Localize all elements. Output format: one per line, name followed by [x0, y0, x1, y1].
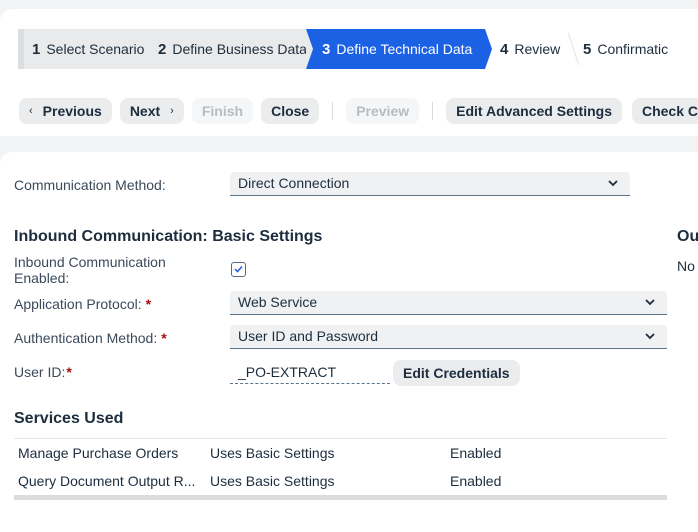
- toolbar-separator: [432, 102, 434, 120]
- communication-method-label: Communication Method:: [14, 177, 166, 193]
- user-id-label-text: User ID:: [14, 364, 66, 380]
- service-name: Manage Purchase Orders: [18, 445, 179, 461]
- next-button[interactable]: Next ›: [119, 98, 184, 124]
- check-completeness-button[interactable]: Check Completen: [631, 98, 698, 124]
- table-row[interactable]: Query Document Output R... Uses Basic Se…: [14, 467, 667, 495]
- outbound-value: No: [677, 258, 695, 274]
- step-label: Confirmatic: [597, 41, 669, 57]
- chevron-down-icon: [645, 325, 655, 340]
- step-number: 4: [500, 40, 509, 58]
- outbound-section-title: Ou: [677, 228, 698, 245]
- toolbar-separator: [332, 102, 334, 120]
- inbound-enabled-checkbox[interactable]: [231, 262, 246, 277]
- step-define-technical-data[interactable]: 3 Define Technical Data: [306, 29, 492, 69]
- application-protocol-select[interactable]: Web Service: [230, 291, 667, 315]
- user-id-label: User ID:*: [14, 364, 72, 380]
- finish-button[interactable]: Finish: [191, 98, 254, 124]
- inbound-section-title: Inbound Communication: Basic Settings: [14, 228, 323, 245]
- chevron-down-icon: [608, 172, 618, 187]
- application-protocol-value: Web Service: [238, 294, 318, 310]
- user-id-field[interactable]: _PO-EXTRACT: [230, 360, 390, 384]
- step-label: Define Business Data: [172, 41, 307, 57]
- step-label: Define Technical Data: [336, 41, 473, 57]
- services-table: Manage Purchase Orders Uses Basic Settin…: [14, 438, 667, 500]
- close-button[interactable]: Close: [261, 98, 320, 124]
- authentication-method-value: User ID and Password: [238, 328, 379, 344]
- step-define-business-data[interactable]: 2 Define Business Data: [146, 29, 307, 69]
- step-select-scenario[interactable]: 1 Select Scenario: [18, 29, 146, 69]
- service-settings: Uses Basic Settings: [210, 445, 335, 461]
- inbound-enabled-label-line1: Inbound Communication: [14, 254, 166, 270]
- step-number: 2: [158, 40, 167, 58]
- previous-button[interactable]: ‹ Previous: [19, 98, 112, 124]
- service-settings: Uses Basic Settings: [210, 473, 335, 489]
- wizard-header: 1 Select Scenario 2 Define Business Data…: [0, 9, 698, 136]
- required-indicator: *: [145, 296, 152, 312]
- services-used-title: Services Used: [14, 410, 124, 427]
- wizard-toolbar: ‹ Previous Next › Finish Close Preview E…: [19, 98, 698, 124]
- edit-advanced-settings-button[interactable]: Edit Advanced Settings: [446, 98, 622, 124]
- next-label: Next: [129, 103, 161, 119]
- authentication-method-label: Authentication Method: *: [14, 330, 167, 346]
- application-protocol-label-text: Application Protocol:: [14, 296, 142, 312]
- step-number: 1: [32, 40, 41, 58]
- step-confirmation[interactable]: 5 Confirmatic: [573, 29, 668, 69]
- service-status: Enabled: [450, 473, 502, 489]
- communication-method-select[interactable]: Direct Connection: [230, 172, 630, 196]
- inbound-enabled-label-line2: Enabled:: [14, 270, 70, 286]
- wizard-steps: 1 Select Scenario 2 Define Business Data…: [18, 29, 668, 69]
- chevron-left-icon: ‹: [29, 105, 33, 117]
- step-label: Review: [514, 41, 561, 57]
- checkmark-icon: [234, 265, 243, 273]
- step-review[interactable]: 4 Review: [485, 29, 573, 69]
- table-row[interactable]: Manage Purchase Orders Uses Basic Settin…: [14, 439, 667, 467]
- authentication-method-label-text: Authentication Method:: [14, 330, 158, 346]
- step-number: 5: [583, 40, 592, 58]
- step-label: Select Scenario: [46, 41, 145, 57]
- chevron-down-icon: [645, 291, 655, 306]
- application-protocol-label: Application Protocol: *: [14, 296, 151, 312]
- previous-label: Previous: [42, 103, 102, 119]
- authentication-method-select[interactable]: User ID and Password: [230, 325, 667, 349]
- step-number: 3: [322, 40, 331, 58]
- required-indicator: *: [161, 330, 167, 346]
- inbound-enabled-label: Inbound Communication Enabled:: [14, 254, 166, 286]
- service-status: Enabled: [450, 445, 502, 461]
- edit-credentials-button[interactable]: Edit Credentials: [393, 360, 520, 386]
- chevron-right-icon: ›: [170, 105, 174, 117]
- table-footer: [14, 495, 667, 500]
- service-name: Query Document Output R...: [18, 473, 196, 489]
- communication-method-value: Direct Connection: [238, 175, 350, 191]
- required-indicator: *: [66, 364, 72, 380]
- preview-button[interactable]: Preview: [346, 98, 420, 124]
